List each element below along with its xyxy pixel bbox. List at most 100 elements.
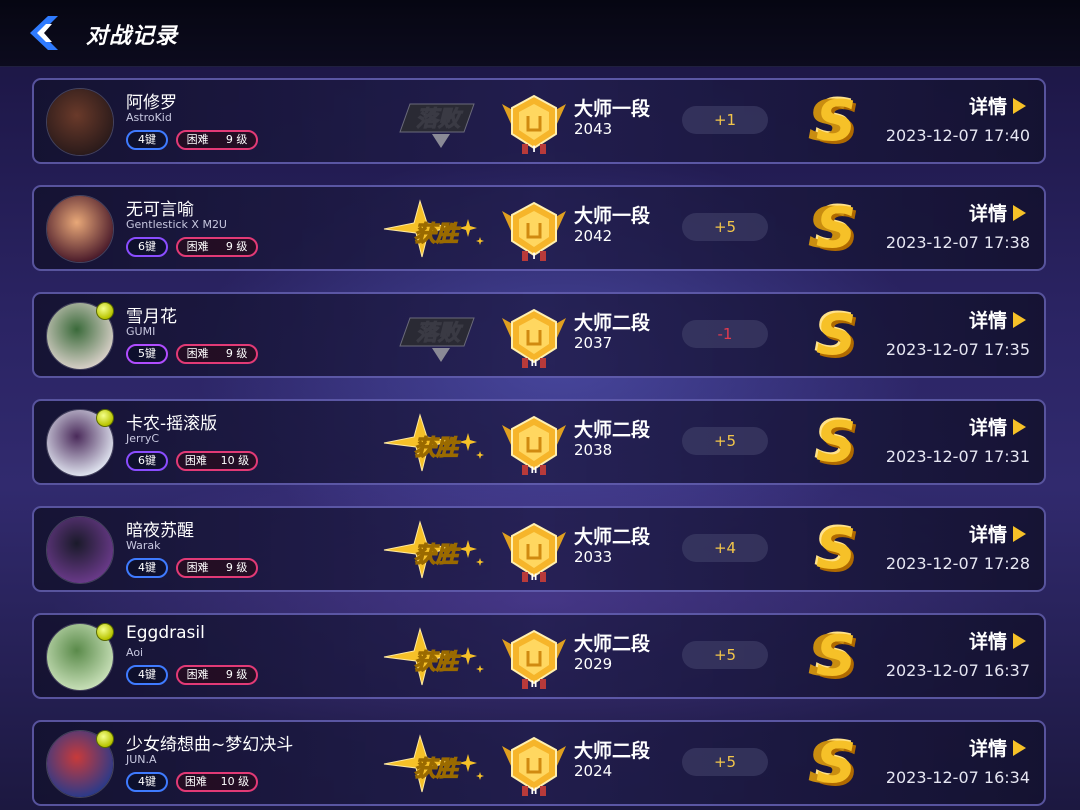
svg-text:II: II (531, 787, 538, 797)
rating-change-badge: +5 (682, 427, 768, 455)
grade-s-icon: S (815, 89, 857, 154)
result-text: 落败 (416, 107, 463, 132)
record-timestamp: 2023-12-07 17:28 (885, 554, 1030, 573)
record-card[interactable]: Eggdrasil Aoi 4键 困难 9 级 获胜 II 大师二段 2029 +5 S 详情 2… (32, 613, 1046, 699)
chevron-left-icon (30, 16, 58, 50)
details-link[interactable]: 详情 (969, 734, 1026, 761)
difficulty-level: 9 级 (225, 133, 248, 146)
key-mode-badge: 4键 (126, 665, 168, 685)
details-link[interactable]: 详情 (969, 520, 1026, 547)
difficulty-badge: 困难 9 级 (176, 237, 258, 257)
difficulty-label: 困难 (186, 347, 209, 360)
difficulty-badge: 困难 9 级 (176, 558, 258, 578)
cover-art (47, 89, 113, 155)
difficulty-badge: 困难 10 级 (176, 772, 258, 792)
difficulty-badge: 困难 9 级 (176, 130, 258, 150)
grade-s-icon: S (815, 731, 857, 796)
rank-name: 大师一段 (574, 205, 651, 227)
key-mode-badge: 6键 (126, 451, 168, 471)
cover-art (47, 196, 113, 262)
song-cover (46, 88, 114, 156)
details-label: 详情 (968, 310, 1007, 332)
result-text: 获胜 (414, 222, 461, 247)
rank-name: 大师二段 (574, 419, 651, 441)
song-title: 卡农-摇滚版 (126, 414, 218, 434)
difficulty-label: 困难 (184, 775, 207, 788)
rating-change-badge: +5 (682, 748, 768, 776)
rating-score: 2037 (574, 334, 613, 352)
difficulty-badge: 困难 10 级 (176, 451, 258, 471)
svg-text:II: II (531, 573, 538, 583)
details-label: 详情 (968, 417, 1007, 439)
back-button[interactable] (24, 12, 66, 54)
song-cover (46, 195, 114, 263)
result-text: 获胜 (414, 650, 461, 675)
key-mode-badge: 6键 (126, 237, 168, 257)
record-timestamp: 2023-12-07 16:34 (885, 768, 1030, 787)
song-title: 阿修罗 (126, 93, 177, 113)
victory-badge: 获胜 (380, 621, 490, 693)
record-card[interactable]: 阿修罗 AstroKid 4键 困难 9 级 落败 I 大师一段 2043 +1 S 详情 202… (32, 78, 1046, 164)
rating-score: 2043 (574, 120, 613, 138)
difficulty-level: 9 级 (225, 668, 248, 681)
details-label: 详情 (968, 96, 1007, 118)
difficulty-label: 困难 (186, 133, 209, 146)
medal-icon (96, 302, 114, 320)
key-mode-badge: 5键 (126, 344, 168, 364)
record-timestamp: 2023-12-07 17:40 (885, 126, 1030, 145)
result-text: 获胜 (414, 543, 461, 568)
rating-score: 2042 (574, 227, 613, 245)
rank-name: 大师二段 (574, 526, 651, 548)
details-link[interactable]: 详情 (969, 306, 1026, 333)
details-label: 详情 (968, 524, 1007, 546)
page-title: 对战记录 (86, 24, 179, 49)
details-link[interactable]: 详情 (969, 199, 1026, 226)
record-timestamp: 2023-12-07 16:37 (885, 661, 1030, 680)
details-label: 详情 (968, 631, 1007, 653)
record-card[interactable]: 暗夜苏醒 Warak 4键 困难 9 级 获胜 II 大师二段 2033 +4 S 详情 2023… (32, 506, 1046, 592)
song-title: 雪月花 (126, 307, 177, 327)
difficulty-label: 困难 (186, 240, 209, 253)
record-timestamp: 2023-12-07 17:35 (885, 340, 1030, 359)
battle-record-list[interactable]: 阿修罗 AstroKid 4键 困难 9 级 落败 I 大师一段 2043 +1 S 详情 202… (0, 66, 1080, 810)
record-card[interactable]: 少女绮想曲~梦幻决斗 JUN.A 4键 困难 10 级 获胜 II 大师二段 2024 +5… (32, 720, 1046, 806)
svg-text:I: I (532, 252, 535, 262)
difficulty-level: 10 级 (220, 775, 250, 788)
key-mode-badge: 4键 (126, 130, 168, 150)
victory-badge: 获胜 (380, 514, 490, 586)
play-arrow-icon (1013, 418, 1026, 435)
play-arrow-icon (1013, 204, 1026, 221)
svg-text:I: I (532, 145, 535, 155)
difficulty-level: 9 级 (225, 240, 248, 253)
svg-text:II: II (531, 359, 538, 369)
play-arrow-icon (1013, 739, 1026, 756)
details-link[interactable]: 详情 (969, 413, 1026, 440)
grade-s-icon: S (815, 196, 857, 261)
difficulty-label: 困难 (186, 668, 209, 681)
difficulty-badge: 困难 9 级 (176, 344, 258, 364)
song-artist: Warak (126, 539, 161, 552)
record-card[interactable]: 雪月花 GUMI 5键 困难 9 级 落败 II 大师二段 2037 -1 S 详情 2023-1… (32, 292, 1046, 378)
grade-s-icon: S (815, 517, 857, 582)
song-artist: JUN.A (126, 753, 157, 766)
medal-icon (96, 409, 114, 427)
record-card[interactable]: 无可言喻 Gentlestick X M2U 6键 困难 9 级 获胜 I 大师一段 20… (32, 185, 1046, 271)
rating-score: 2024 (574, 762, 613, 780)
details-link[interactable]: 详情 (969, 92, 1026, 119)
song-title: 无可言喻 (126, 200, 194, 220)
rank-medal-icon: II (496, 627, 572, 691)
top-bar: 对战记录 (0, 0, 1080, 67)
medal-icon (96, 623, 114, 641)
rank-name: 大师二段 (574, 312, 651, 334)
svg-text:II: II (531, 680, 538, 690)
difficulty-badge: 困难 9 级 (176, 665, 258, 685)
key-mode-badge: 4键 (126, 772, 168, 792)
record-card[interactable]: 卡农-摇滚版 JerryC 6键 困难 10 级 获胜 II 大师二段 2038 +5 S 详情… (32, 399, 1046, 485)
svg-text:II: II (531, 466, 538, 476)
victory-badge: 获胜 (380, 728, 490, 800)
victory-badge: 获胜 (380, 193, 490, 265)
song-artist: JerryC (126, 432, 160, 445)
difficulty-level: 9 级 (225, 561, 248, 574)
rank-medal-icon: II (496, 306, 572, 370)
details-link[interactable]: 详情 (969, 627, 1026, 654)
